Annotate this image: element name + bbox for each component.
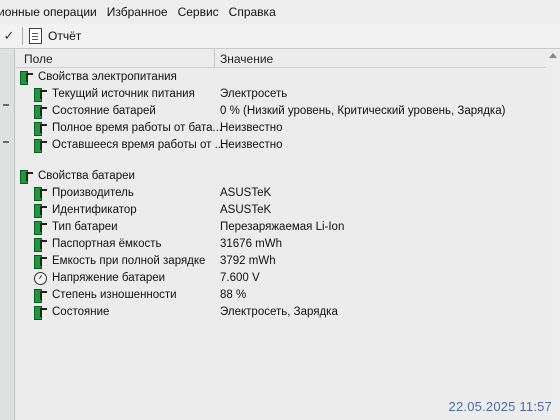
table-row[interactable]: Тип батареи Перезаряжаемая Li-Ion [16,219,546,236]
document-icon [29,28,42,44]
field-label: Степень изношенности [52,289,177,301]
table-row[interactable]: Емкость при полной зарядке 3792 mWh [16,253,546,270]
battery-plug-icon [34,186,47,201]
battery-plug-icon [34,121,47,136]
field-value: Неизвестно [220,139,283,151]
navigation-pane[interactable] [0,49,15,420]
battery-plug-icon [34,237,47,252]
checkmark-icon[interactable]: ✓ [0,28,18,44]
battery-plug-icon [34,203,47,218]
menu-item-help[interactable]: Справка [229,5,286,19]
table-row[interactable]: Степень изношенности 88 % [16,287,546,304]
table-row[interactable]: Оставшееся время работы от ... Неизвестно [16,137,546,154]
column-divider[interactable] [214,49,215,67]
field-value: 7.600 V [220,272,260,284]
section-header[interactable]: Свойства электропитания [16,69,546,86]
column-header-value[interactable]: Значение [220,52,273,66]
table-row[interactable]: Производитель ASUSTeK [16,185,546,202]
field-label: Емкость при полной зарядке [52,255,206,267]
grid-header: Поле Значение [16,49,560,68]
report-button[interactable]: Отчёт [29,28,81,44]
table-row[interactable]: Полное время работы от бата... Неизвестно [16,120,546,137]
field-value: Неизвестно [220,122,283,134]
photo-timestamp: 22.05.2025 11:57 [448,399,552,414]
field-label: Производитель [52,187,134,199]
nav-marker [3,104,9,106]
battery-plug-icon [34,288,47,303]
section-title: Свойства электропитания [38,71,177,83]
toolbar-separator [22,27,23,45]
table-row[interactable]: Идентификатор ASUSTeK [16,202,546,219]
scroll-up-arrow-icon[interactable] [549,53,557,58]
gauge-icon [34,271,47,285]
field-label: Паспортная ёмкость [52,238,162,250]
field-label: Идентификатор [52,204,137,216]
menu-item-favorites[interactable]: Избранное [107,5,178,19]
nav-marker [3,141,9,143]
field-label: Тип батареи [52,221,118,233]
table-row[interactable]: Состояние Электросеть, Зарядка [16,304,546,321]
battery-plug-icon [20,169,33,184]
toolbar: ✓ Отчёт [0,24,560,49]
battery-plug-icon [34,305,47,320]
field-label: Напряжение батареи [52,272,166,284]
field-value: 31676 mWh [220,238,283,250]
report-button-label: Отчёт [48,29,82,43]
battery-plug-icon [20,70,33,85]
field-label: Состояние [52,306,110,318]
field-label: Состояние батарей [52,105,156,117]
battery-plug-icon [34,104,47,119]
field-value: Перезаряжаемая Li-Ion [220,221,345,233]
menu-bar: ионные операции Избранное Сервис Справка [0,0,560,24]
table-row[interactable]: Состояние батарей 0 % (Низкий уровень, Кр… [16,103,546,120]
field-value: 3792 mWh [220,255,276,267]
vertical-scrollbar[interactable] [546,49,560,420]
field-value: Электросеть [220,88,288,100]
field-value: 88 % [220,289,247,301]
table-row[interactable]: Напряжение батареи 7.600 V [16,270,546,287]
battery-plug-icon [34,220,47,235]
battery-plug-icon [34,254,47,269]
battery-plug-icon [34,138,47,153]
column-header-field[interactable]: Поле [24,52,53,66]
field-label: Текущий источник питания [52,88,195,100]
field-value: 0 % (Низкий уровень, Критический уровень… [220,105,506,117]
field-label: Полное время работы от бата... [52,122,223,134]
menu-item-service[interactable]: Сервис [178,5,229,19]
field-label: Оставшееся время работы от ... [52,139,225,151]
table-row[interactable]: Паспортная ёмкость 31676 mWh [16,236,546,253]
section-header[interactable]: Свойства батареи [16,168,546,185]
field-value: ASUSTeK [220,204,272,216]
menu-item-operations[interactable]: ионные операции [0,5,107,19]
properties-grid: Поле Значение Свойства электропитания Тек… [16,49,560,420]
field-value: ASUSTeK [220,187,272,199]
section-title: Свойства батареи [38,170,135,182]
field-value: Электросеть, Зарядка [220,306,338,318]
table-row[interactable]: Текущий источник питания Электросеть [16,86,546,103]
battery-plug-icon [34,87,47,102]
